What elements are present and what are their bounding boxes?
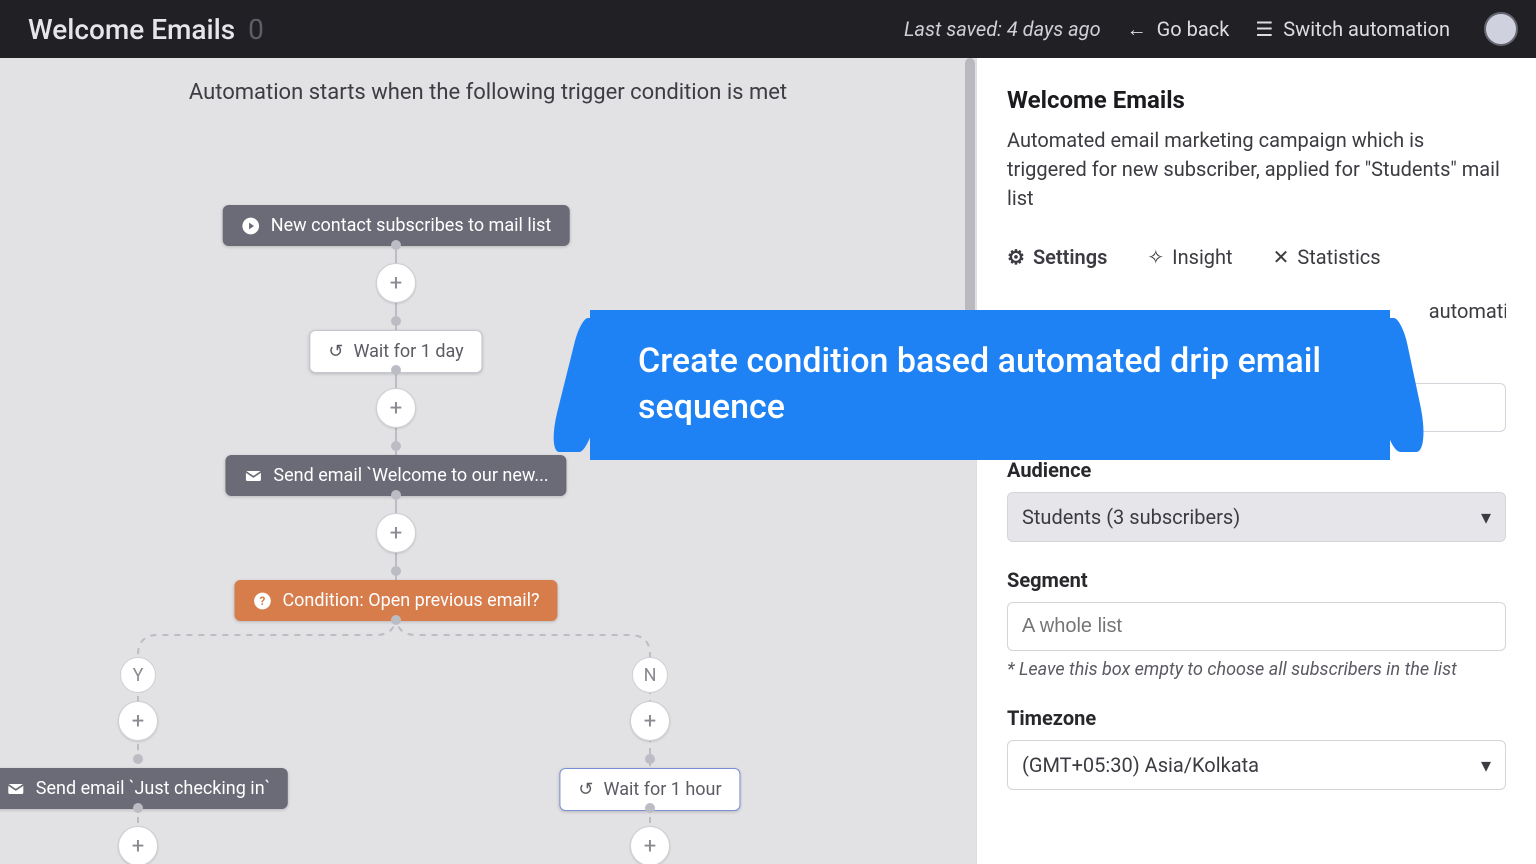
add-step-button[interactable]: +: [118, 826, 158, 864]
wait-node-1-label: Wait for 1 day: [353, 341, 463, 362]
send-email-node-1-label: Send email `Welcome to our new...: [273, 465, 548, 486]
send-email-node-2-label: Send email `Just checking in`: [36, 778, 270, 799]
audience-value: Students (3 subscribers): [1022, 505, 1240, 529]
page-title-text: Welcome Emails: [28, 13, 235, 46]
last-saved-text: Last saved: 4 days ago: [904, 17, 1101, 41]
history-icon: ↺: [328, 341, 343, 362]
condition-node-label: Condition: Open previous email?: [282, 590, 539, 611]
question-icon: ?: [252, 591, 272, 611]
wait-node-2-label: Wait for 1 hour: [604, 779, 722, 800]
chevron-down-icon: ▾: [1481, 505, 1491, 529]
trigger-node-label: New contact subscribes to mail list: [271, 215, 552, 236]
stats-icon: ✕: [1273, 245, 1290, 269]
trigger-instruction: Automation starts when the following tri…: [0, 80, 976, 105]
branch-yes[interactable]: Y: [120, 657, 156, 693]
top-bar: Welcome Emails 0 Last saved: 4 days ago …: [0, 0, 1536, 58]
segment-label: Segment: [1007, 568, 1506, 592]
annotation-text: Create condition based automated drip em…: [638, 339, 1342, 431]
panel-tabs: ⚙ Settings ✧ Insight ✕ Statistics: [1007, 245, 1506, 277]
settings-icon: ⚙: [1007, 245, 1025, 269]
tab-insight-label: Insight: [1172, 245, 1232, 269]
tab-insight[interactable]: ✧ Insight: [1147, 245, 1232, 277]
audience-label: Audience: [1007, 458, 1506, 482]
switch-icon: ☰: [1255, 17, 1273, 41]
add-step-button[interactable]: +: [376, 513, 416, 553]
history-icon: ↺: [578, 779, 593, 800]
add-step-button[interactable]: +: [376, 388, 416, 428]
go-back-button[interactable]: ← Go back: [1127, 17, 1230, 42]
flow-canvas[interactable]: Automation starts when the following tri…: [0, 58, 976, 864]
add-step-button[interactable]: +: [118, 701, 158, 741]
tab-settings[interactable]: ⚙ Settings: [1007, 245, 1107, 277]
send-email-node-2[interactable]: Send email `Just checking in`: [0, 768, 288, 809]
timezone-label: Timezone: [1007, 706, 1506, 730]
settings-panel: Welcome Emails Automated email marketing…: [976, 58, 1536, 864]
page-title: Welcome Emails 0: [28, 13, 264, 46]
tab-statistics-label: Statistics: [1297, 245, 1380, 269]
arrow-left-icon: ←: [1127, 17, 1147, 42]
segment-hint: * Leave this box empty to choose all sub…: [1007, 659, 1506, 680]
add-step-button[interactable]: +: [376, 263, 416, 303]
mail-icon: [6, 779, 26, 799]
annotation-overlay: Create condition based automated drip em…: [590, 310, 1390, 460]
tab-settings-label: Settings: [1033, 245, 1107, 269]
avatar[interactable]: [1484, 12, 1518, 46]
timezone-value: (GMT+05:30) Asia/Kolkata: [1022, 753, 1259, 777]
audience-select[interactable]: Students (3 subscribers) ▾: [1007, 492, 1506, 542]
play-icon: [241, 216, 261, 236]
add-step-button[interactable]: +: [630, 826, 670, 864]
title-count: 0: [248, 13, 264, 46]
branch-no[interactable]: N: [632, 657, 668, 693]
panel-description: Automated email marketing campaign which…: [1007, 126, 1506, 213]
chevron-down-icon: ▾: [1481, 753, 1491, 777]
svg-text:?: ?: [260, 594, 266, 608]
go-back-label: Go back: [1157, 17, 1230, 41]
lightbulb-icon: ✧: [1147, 245, 1164, 269]
switch-automation-button[interactable]: ☰ Switch automation: [1255, 17, 1450, 41]
segment-input[interactable]: [1007, 602, 1506, 651]
tab-statistics[interactable]: ✕ Statistics: [1273, 245, 1381, 277]
switch-automation-label: Switch automation: [1283, 17, 1450, 41]
timezone-select[interactable]: (GMT+05:30) Asia/Kolkata ▾: [1007, 740, 1506, 790]
panel-title: Welcome Emails: [1007, 86, 1506, 114]
add-step-button[interactable]: +: [630, 701, 670, 741]
mail-icon: [243, 466, 263, 486]
